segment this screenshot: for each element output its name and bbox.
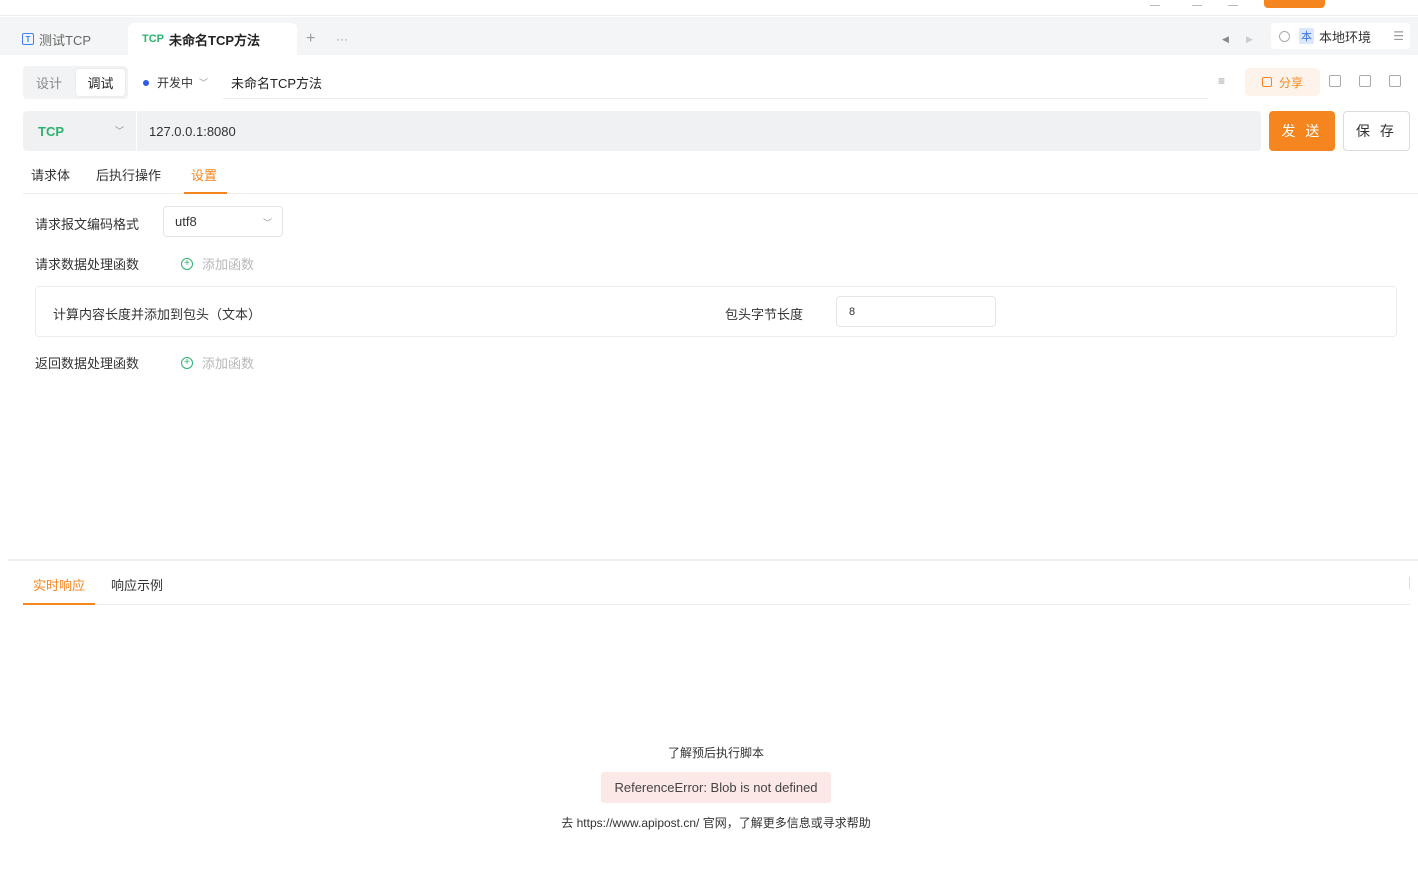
add-request-func-button[interactable]: + 添加函数 xyxy=(181,254,254,273)
window-icon[interactable] xyxy=(1228,0,1238,6)
send-button[interactable]: 发 送 xyxy=(1269,111,1335,151)
header-length-input[interactable]: 8 xyxy=(836,296,996,327)
panel-edge xyxy=(1409,577,1410,589)
chevron-down-icon: ﹀ xyxy=(199,78,209,88)
env-badge: 本 xyxy=(1299,28,1314,44)
top-action-button[interactable] xyxy=(1264,0,1325,8)
status-dot xyxy=(143,79,149,86)
tab-unnamed-tcp-method[interactable]: TCP 未命名TCP方法 xyxy=(128,23,297,55)
settings-icon[interactable] xyxy=(1192,0,1202,6)
chevron-down-icon: ﹀ xyxy=(262,218,272,228)
tab-settings[interactable]: 设置 xyxy=(191,154,217,194)
top-strip xyxy=(0,0,1418,16)
add-func-label: 添加函数 xyxy=(202,257,255,272)
request-func-label: 请求数据处理函数 xyxy=(35,257,140,272)
learn-scripts-link[interactable]: 了解预后执行脚本 xyxy=(0,744,1418,761)
tab-test-tcp[interactable]: T 测试TCP xyxy=(12,23,124,55)
encoding-value: utf8 xyxy=(175,214,197,229)
tab-label: 未命名TCP方法 xyxy=(169,32,261,48)
tab-scroll-left-icon[interactable]: ◀ xyxy=(1222,23,1229,55)
tab-bar: T 测试TCP TCP 未命名TCP方法 + ··· ◀ ▶ 本 本地环境 ☰ xyxy=(0,17,1418,55)
error-message: ReferenceError: Blob is not defined xyxy=(601,772,831,803)
status-label: 开发中 xyxy=(157,76,194,90)
plus-circle-icon: + xyxy=(181,356,193,369)
env-menu-icon[interactable]: ☰ xyxy=(1393,29,1404,43)
tab-post-actions[interactable]: 后执行操作 xyxy=(96,154,161,194)
tab-live-response[interactable]: 实时响应 xyxy=(23,564,95,604)
active-tab-indicator xyxy=(23,603,95,605)
copy-icon[interactable] xyxy=(1359,75,1371,87)
mode-design-button[interactable]: 设计 xyxy=(23,66,75,99)
mode-debug-button[interactable]: 调试 xyxy=(76,69,125,96)
function-name: 计算内容长度并添加到包头（文本） xyxy=(53,307,262,322)
encoding-select[interactable]: utf8 ﹀ xyxy=(163,206,283,237)
lock-icon[interactable] xyxy=(1329,75,1341,87)
share-label: 分享 xyxy=(1278,75,1303,90)
share-icon xyxy=(1261,77,1272,87)
add-response-func-button[interactable]: + 添加函数 xyxy=(181,353,254,372)
add-tab-icon[interactable]: + xyxy=(306,23,315,55)
panel-splitter[interactable] xyxy=(8,559,1418,561)
tab-request-body[interactable]: 请求体 xyxy=(31,154,70,194)
format-icon[interactable]: ≡ xyxy=(1218,74,1225,88)
environment-selector[interactable]: 本 本地环境 ☰ xyxy=(1271,23,1410,49)
eye-icon[interactable] xyxy=(1279,30,1290,42)
status-dropdown[interactable]: 开发中 ﹀ xyxy=(143,66,208,99)
env-name: 本地环境 xyxy=(1319,29,1372,45)
url-input[interactable]: 127.0.0.1:8080 xyxy=(136,111,1261,151)
share-button[interactable]: 分享 xyxy=(1245,68,1320,96)
tab-response-example[interactable]: 响应示例 xyxy=(111,564,163,604)
protocol-select[interactable]: TCP ﹀ xyxy=(23,111,136,151)
tcp-protocol-tag: TCP xyxy=(142,33,164,45)
mode-switch: 设计 调试 xyxy=(23,66,128,99)
user-icon[interactable] xyxy=(1150,0,1160,6)
request-sub-tabs: 请求体 后执行操作 设置 xyxy=(23,154,1418,194)
help-text: 去 https://www.apipost.cn/ 官网，了解更多信息或寻求帮助 xyxy=(561,816,871,830)
response-tabs: 实时响应 响应示例 xyxy=(23,564,1410,605)
save-button[interactable]: 保 存 xyxy=(1343,111,1410,151)
add-func-label: 添加函数 xyxy=(202,356,255,371)
encoding-label: 请求报文编码格式 xyxy=(35,217,140,232)
active-tab-indicator xyxy=(184,192,227,194)
tab-scroll-right-icon[interactable]: ▶ xyxy=(1246,23,1253,55)
request-url-row: TCP ﹀ 127.0.0.1:8080 发 送 保 存 xyxy=(23,111,1410,151)
archive-icon[interactable] xyxy=(1389,75,1401,87)
protocol-value: TCP xyxy=(38,123,64,139)
method-name-input[interactable]: 未命名TCP方法 xyxy=(223,66,1208,99)
chevron-down-icon: ﹀ xyxy=(114,126,124,136)
response-func-label: 返回数据处理函数 xyxy=(35,356,140,371)
doc-icon: T xyxy=(22,33,34,45)
mode-row: 设计 调试 开发中 ﹀ 未命名TCP方法 ≡ 分享 xyxy=(23,66,1410,100)
tab-label: 测试TCP xyxy=(39,32,92,48)
more-tabs-icon[interactable]: ··· xyxy=(336,23,348,55)
header-length-label: 包头字节长度 xyxy=(725,307,804,322)
plus-circle-icon: + xyxy=(181,257,193,270)
function-item: 计算内容长度并添加到包头（文本） 包头字节长度 8 xyxy=(35,286,1397,337)
